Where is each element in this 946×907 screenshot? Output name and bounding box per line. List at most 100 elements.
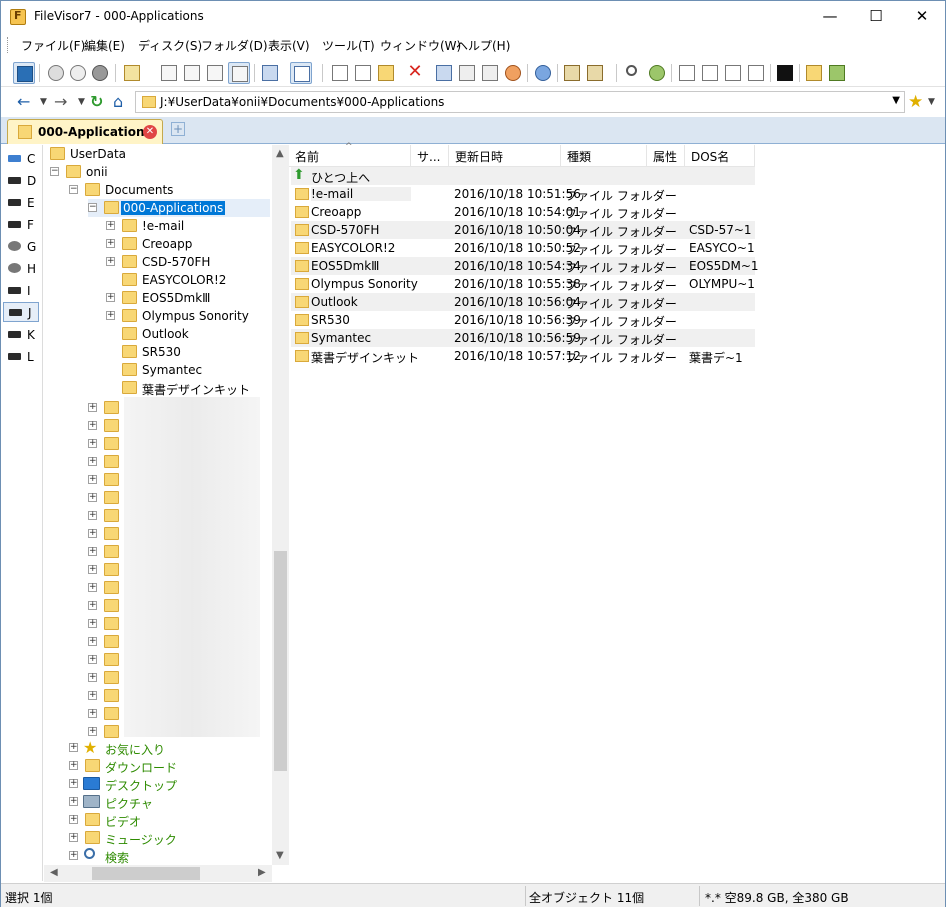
properties-button[interactable] (259, 62, 281, 84)
menu-file[interactable]: ファイル(F) (21, 37, 85, 54)
expand-icon[interactable]: + (88, 493, 97, 502)
expand-icon[interactable]: + (88, 691, 97, 700)
network-button[interactable] (45, 62, 67, 84)
chevron-down-icon[interactable]: ▼ (892, 95, 900, 106)
refresh-icon[interactable]: ↻ (90, 92, 103, 112)
expand-icon[interactable]: + (106, 239, 115, 248)
expand-icon[interactable]: + (88, 475, 97, 484)
expand-icon[interactable]: + (88, 457, 97, 466)
expand-icon[interactable]: + (106, 221, 115, 230)
expand-icon[interactable]: + (106, 293, 115, 302)
drive-k[interactable]: K (3, 325, 39, 345)
table-row[interactable]: Creoapp 2016/10/18 10:54:01 ファイル フォルダー (291, 203, 755, 221)
new-tab-button[interactable]: + (171, 122, 185, 136)
expand-icon[interactable]: + (69, 797, 78, 806)
column-header-attributes[interactable]: 属性 (647, 145, 685, 167)
expand-icon[interactable]: + (69, 851, 78, 860)
view-file-button[interactable] (745, 62, 767, 84)
drive-g[interactable]: G (3, 237, 39, 257)
table-row[interactable]: SR530 2016/10/18 10:56:39 ファイル フォルダー (291, 311, 755, 329)
expand-icon[interactable]: + (69, 833, 78, 842)
scroll-up-arrow[interactable]: ▲ (276, 148, 284, 159)
column-header-type[interactable]: 種類 (561, 145, 647, 167)
column-header-size[interactable]: サ... (411, 145, 449, 167)
new-file-button[interactable] (329, 62, 351, 84)
table-row[interactable]: EOS5DmkⅢ 2016/10/18 10:54:34 ファイル フォルダー EOS… (291, 257, 759, 275)
sync-button[interactable] (502, 62, 524, 84)
close-tab-icon[interactable]: ✕ (143, 125, 157, 139)
drive-j[interactable]: J (3, 302, 39, 322)
menu-view[interactable]: 表示(V) (268, 37, 310, 54)
menu-window[interactable]: ウィンドウ(W) (380, 37, 461, 54)
scroll-thumb[interactable] (92, 867, 200, 880)
move-button[interactable] (433, 62, 455, 84)
minimize-button[interactable]: — (807, 1, 853, 32)
forward-history-dropdown[interactable]: ▼ (78, 92, 85, 112)
expand-icon[interactable]: + (69, 815, 78, 824)
favorites-dropdown[interactable]: ▼ (928, 92, 935, 112)
copy-to-button[interactable] (352, 62, 374, 84)
expand-icon[interactable]: + (88, 673, 97, 682)
small-icons-button[interactable] (158, 62, 180, 84)
column-header-modified[interactable]: 更新日時 (449, 145, 561, 167)
color-button[interactable] (532, 62, 554, 84)
tree-node-000-applications[interactable]: − 000-Applications (88, 199, 270, 217)
expand-icon[interactable]: + (88, 439, 97, 448)
table-row[interactable]: Olympus Sonority 2016/10/18 10:55:38 ファイル … (291, 275, 755, 293)
expand-icon[interactable]: + (88, 583, 97, 592)
menu-tools[interactable]: ツール(T) (322, 37, 375, 54)
expand-icon[interactable]: + (88, 403, 97, 412)
collapse-icon[interactable]: − (88, 203, 97, 212)
tree-horizontal-scrollbar[interactable]: ◀ ▶ (44, 865, 272, 882)
drive-f[interactable]: F (3, 215, 39, 235)
scroll-thumb[interactable] (274, 551, 287, 771)
drive-d[interactable]: D (3, 171, 39, 191)
home-icon[interactable]: ⌂ (113, 92, 123, 112)
expand-icon[interactable]: + (88, 511, 97, 520)
table-row[interactable]: 葉書デザインキット 2016/10/18 10:57:12 ファイル フォルダー 葉書… (291, 347, 755, 365)
expand-icon[interactable]: + (106, 257, 115, 266)
menu-help[interactable]: ヘルプ(H) (456, 37, 510, 54)
collapse-icon[interactable]: − (50, 167, 59, 176)
table-row[interactable]: Symantec 2016/10/18 10:56:59 ファイル フォルダー (291, 329, 755, 347)
list-up-row[interactable]: ⬆ ひとつ上へ (291, 167, 755, 185)
find-files-button[interactable] (646, 62, 668, 84)
clock-button[interactable] (67, 62, 89, 84)
expand-icon[interactable]: + (88, 529, 97, 538)
tree-vertical-scrollbar[interactable]: ▲ ▼ (272, 145, 289, 865)
back-arrow-icon[interactable]: ← (17, 92, 30, 112)
large-icons-button[interactable] (121, 62, 143, 84)
open-folder-button[interactable] (803, 62, 825, 84)
maximize-button[interactable]: ☐ (853, 1, 899, 32)
delete-button[interactable]: ✕ (404, 62, 426, 84)
clipboard-button[interactable] (561, 62, 583, 84)
drive-e[interactable]: E (3, 193, 39, 213)
expand-icon[interactable]: + (88, 727, 97, 736)
monitor-view-button[interactable] (13, 62, 35, 84)
expand-icon[interactable]: + (88, 655, 97, 664)
address-field[interactable]: J:¥UserData¥onii¥Documents¥000-Applicati… (135, 91, 905, 113)
table-row[interactable]: Outlook 2016/10/18 10:56:04 ファイル フォルダー (291, 293, 755, 311)
expand-icon[interactable]: + (88, 547, 97, 556)
expand-icon[interactable]: + (88, 421, 97, 430)
expand-icon[interactable]: + (106, 311, 115, 320)
scroll-right-arrow[interactable]: ▶ (258, 867, 266, 878)
console-button[interactable] (774, 62, 796, 84)
expand-icon[interactable]: + (69, 761, 78, 770)
compare-button[interactable] (456, 62, 478, 84)
column-header-dos-name[interactable]: DOS名 (685, 145, 755, 167)
table-row[interactable]: CSD-570FH 2016/10/18 10:50:04 ファイル フォルダー CS… (291, 221, 755, 239)
menu-edit[interactable]: 編集(E) (84, 37, 125, 54)
forward-arrow-icon[interactable]: → (54, 92, 67, 112)
paste-button[interactable] (584, 62, 606, 84)
collapse-icon[interactable]: − (69, 185, 78, 194)
globe-button[interactable] (89, 62, 111, 84)
report-view-button[interactable] (228, 62, 250, 84)
expand-icon[interactable]: + (88, 619, 97, 628)
favorites-star-icon[interactable]: ★ (908, 92, 923, 112)
tab-000-applications[interactable]: 000-Applications ✕ (7, 119, 163, 144)
menu-folder[interactable]: フォルダ(D) (201, 37, 268, 54)
back-history-dropdown[interactable]: ▼ (40, 92, 47, 112)
expand-icon[interactable]: + (88, 637, 97, 646)
note-button[interactable] (699, 62, 721, 84)
